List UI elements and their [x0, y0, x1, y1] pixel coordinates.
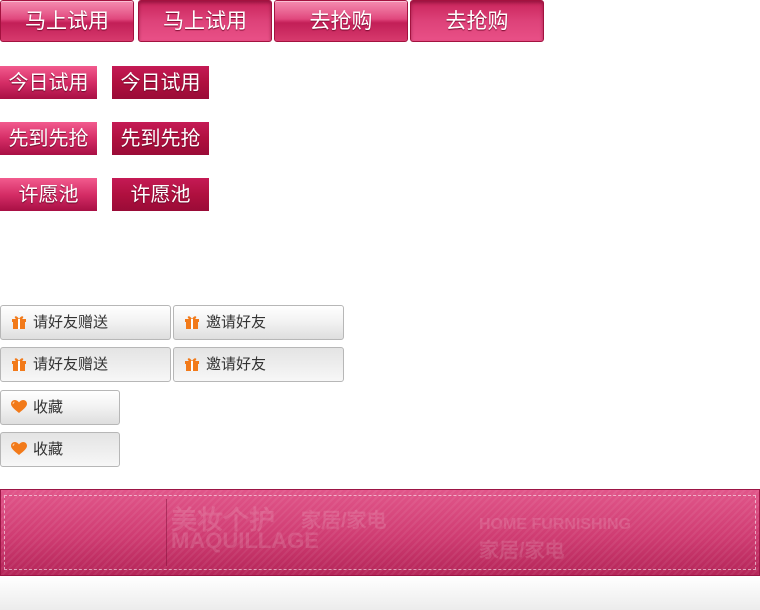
ask-friend-gift-label: 请好友赠送	[33, 355, 109, 373]
wish-pool-button-pressed[interactable]: 许愿池	[112, 178, 209, 211]
heart-icon	[11, 400, 27, 413]
try-now-label: 马上试用	[25, 9, 109, 33]
first-come-label: 先到先抢	[120, 126, 201, 150]
buy-now-label: 去抢购	[445, 9, 509, 33]
today-trial-button[interactable]: 今日试用	[0, 66, 97, 99]
banner-watermark: HOME FURNISHING	[479, 516, 631, 533]
banner-watermark: MAQUILLAGE	[171, 528, 319, 553]
favorite-label: 收藏	[33, 398, 64, 416]
gift-icon	[185, 358, 199, 371]
today-trial-button-pressed[interactable]: 今日试用	[112, 66, 209, 99]
try-now-button[interactable]: 马上试用	[0, 0, 134, 42]
favorite-button-pressed[interactable]: 收藏	[0, 432, 120, 467]
gift-icon	[12, 316, 26, 329]
buy-now-button[interactable]: 去抢购	[274, 0, 408, 42]
try-now-button-pressed[interactable]: 马上试用	[138, 0, 272, 42]
first-come-button[interactable]: 先到先抢	[0, 122, 97, 155]
first-come-label: 先到先抢	[8, 126, 89, 150]
try-now-label: 马上试用	[163, 9, 247, 33]
wish-pool-label: 许愿池	[130, 182, 191, 206]
invite-friend-button[interactable]: 邀请好友	[173, 305, 344, 340]
gift-icon	[185, 316, 199, 329]
ask-friend-gift-label: 请好友赠送	[33, 313, 109, 331]
gift-icon	[12, 358, 26, 371]
favorite-label: 收藏	[33, 440, 64, 458]
heart-icon	[11, 442, 27, 455]
invite-friend-label: 邀请好友	[206, 313, 267, 331]
ask-friend-gift-button[interactable]: 请好友赠送	[0, 305, 171, 340]
wish-pool-label: 许愿池	[18, 182, 79, 206]
favorite-button[interactable]: 收藏	[0, 390, 120, 425]
invite-friend-label: 邀请好友	[206, 355, 267, 373]
buy-now-button-pressed[interactable]: 去抢购	[410, 0, 544, 42]
ask-friend-gift-button-pressed[interactable]: 请好友赠送	[0, 347, 171, 382]
today-trial-label: 今日试用	[120, 70, 201, 94]
banner-divider	[166, 499, 167, 566]
invite-friend-button-pressed[interactable]: 邀请好友	[173, 347, 344, 382]
buy-now-label: 去抢购	[309, 9, 373, 33]
footer-strip	[0, 577, 760, 610]
first-come-button-pressed[interactable]: 先到先抢	[112, 122, 209, 155]
banner-watermark: 家居/家电	[479, 540, 565, 562]
wish-pool-button[interactable]: 许愿池	[0, 178, 97, 211]
category-banner: 美妆个护 家居/家电 MAQUILLAGE HOME FURNISHING 家居…	[0, 489, 760, 576]
today-trial-label: 今日试用	[8, 70, 89, 94]
